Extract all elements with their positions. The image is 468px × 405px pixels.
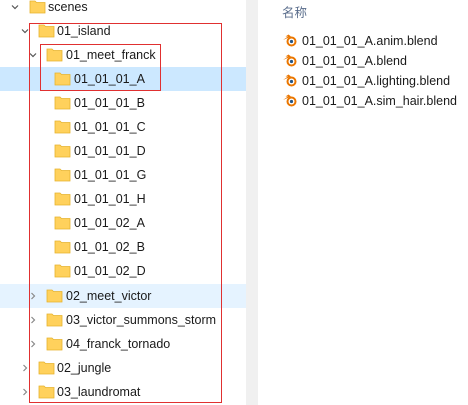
tree-item-label: 01_01_01_B (74, 96, 145, 110)
tree-item-01-meet-franck[interactable]: 01_meet_franck (0, 43, 246, 67)
tree-item-label: 01_01_01_G (74, 168, 147, 182)
folder-icon (54, 263, 71, 278)
tree-item-01-01-02-a[interactable]: 01_01_02_A (0, 211, 246, 235)
folder-icon (54, 215, 71, 230)
tree-item-label: scenes (48, 0, 88, 14)
folder-icon (54, 71, 71, 86)
file-item[interactable]: 01_01_01_A.blend (282, 51, 407, 71)
tree-item-03-laundromat[interactable]: 03_laundromat (0, 380, 246, 404)
tree-item-01-01-01-a[interactable]: 01_01_01_A (0, 67, 246, 91)
pane-divider[interactable] (246, 0, 258, 405)
tree-item-01-01-01-b[interactable]: 01_01_01_B (0, 91, 246, 115)
tree-item-label: 04_franck_tornado (66, 337, 171, 351)
chevron-down-icon[interactable] (27, 49, 39, 61)
folder-icon (46, 47, 63, 62)
tree-item-label: 02_meet_victor (66, 289, 152, 303)
tree-item-01-01-01-g[interactable]: 01_01_01_G (0, 163, 246, 187)
tree-item-01-01-02-d[interactable]: 01_01_02_D (0, 259, 246, 283)
tree-item-label: 01_01_02_D (74, 264, 146, 278)
chevron-right-icon[interactable] (19, 386, 31, 398)
tree-item-02-meet-victor[interactable]: 02_meet_victor (0, 284, 246, 308)
folder-icon (38, 23, 55, 38)
blender-icon (282, 32, 298, 51)
file-list-pane: 名称 01_01_01_A.anim.blend 01_01_01_A.blen… (258, 0, 468, 405)
tree-item-01-01-02-b[interactable]: 01_01_02_B (0, 235, 246, 259)
navigation-tree: scenes 01_island 01_meet_franck 01_01_01… (0, 0, 246, 405)
tree-item-label: 01_01_01_A (74, 72, 145, 86)
file-name: 01_01_01_A.blend (302, 54, 407, 68)
folder-icon (29, 0, 46, 14)
folder-icon (46, 336, 63, 351)
folder-icon (54, 191, 71, 206)
chevron-down-icon[interactable] (9, 1, 21, 13)
chevron-right-icon[interactable] (27, 290, 39, 302)
tree-item-label: 01_meet_franck (66, 48, 156, 62)
tree-item-label: 01_01_01_H (74, 192, 146, 206)
chevron-right-icon[interactable] (27, 338, 39, 350)
chevron-down-icon[interactable] (19, 25, 31, 37)
column-header-name[interactable]: 名称 (282, 2, 307, 21)
folder-icon (54, 167, 71, 182)
chevron-right-icon[interactable] (27, 314, 39, 326)
tree-item-label: 02_jungle (57, 361, 112, 375)
tree-item-label: 01_01_01_D (74, 144, 146, 158)
chevron-right-icon[interactable] (19, 362, 31, 374)
tree-item-01-01-01-h[interactable]: 01_01_01_H (0, 187, 246, 211)
folder-icon (46, 288, 63, 303)
folder-icon (54, 95, 71, 110)
folder-icon (38, 360, 55, 375)
tree-item-scenes[interactable]: scenes (0, 0, 246, 19)
tree-item-03-victor-summons-storm[interactable]: 03_victor_summons_storm (0, 308, 246, 332)
tree-item-label: 03_laundromat (57, 385, 141, 399)
blender-icon (282, 52, 298, 71)
tree-item-04-franck-tornado[interactable]: 04_franck_tornado (0, 332, 246, 356)
tree-item-01-01-01-d[interactable]: 01_01_01_D (0, 139, 246, 163)
tree-item-01-01-01-c[interactable]: 01_01_01_C (0, 115, 246, 139)
blender-icon (282, 72, 298, 91)
tree-item-02-jungle[interactable]: 02_jungle (0, 356, 246, 380)
tree-item-label: 01_island (57, 24, 111, 38)
tree-item-label: 01_01_01_C (74, 120, 146, 134)
folder-icon (54, 143, 71, 158)
folder-icon (38, 384, 55, 399)
folder-icon (54, 119, 71, 134)
file-item[interactable]: 01_01_01_A.lighting.blend (282, 71, 450, 91)
tree-item-label: 01_01_02_B (74, 240, 145, 254)
file-name: 01_01_01_A.anim.blend (302, 34, 438, 48)
folder-icon (46, 312, 63, 327)
file-item[interactable]: 01_01_01_A.anim.blend (282, 31, 438, 51)
file-name: 01_01_01_A.sim_hair.blend (302, 94, 457, 108)
tree-item-label: 03_victor_summons_storm (66, 313, 217, 327)
tree-item-01-island[interactable]: 01_island (0, 19, 246, 43)
folder-icon (54, 239, 71, 254)
file-name: 01_01_01_A.lighting.blend (302, 74, 451, 88)
blender-icon (282, 92, 298, 111)
tree-item-label: 01_01_02_A (74, 216, 145, 230)
file-item[interactable]: 01_01_01_A.sim_hair.blend (282, 91, 457, 111)
